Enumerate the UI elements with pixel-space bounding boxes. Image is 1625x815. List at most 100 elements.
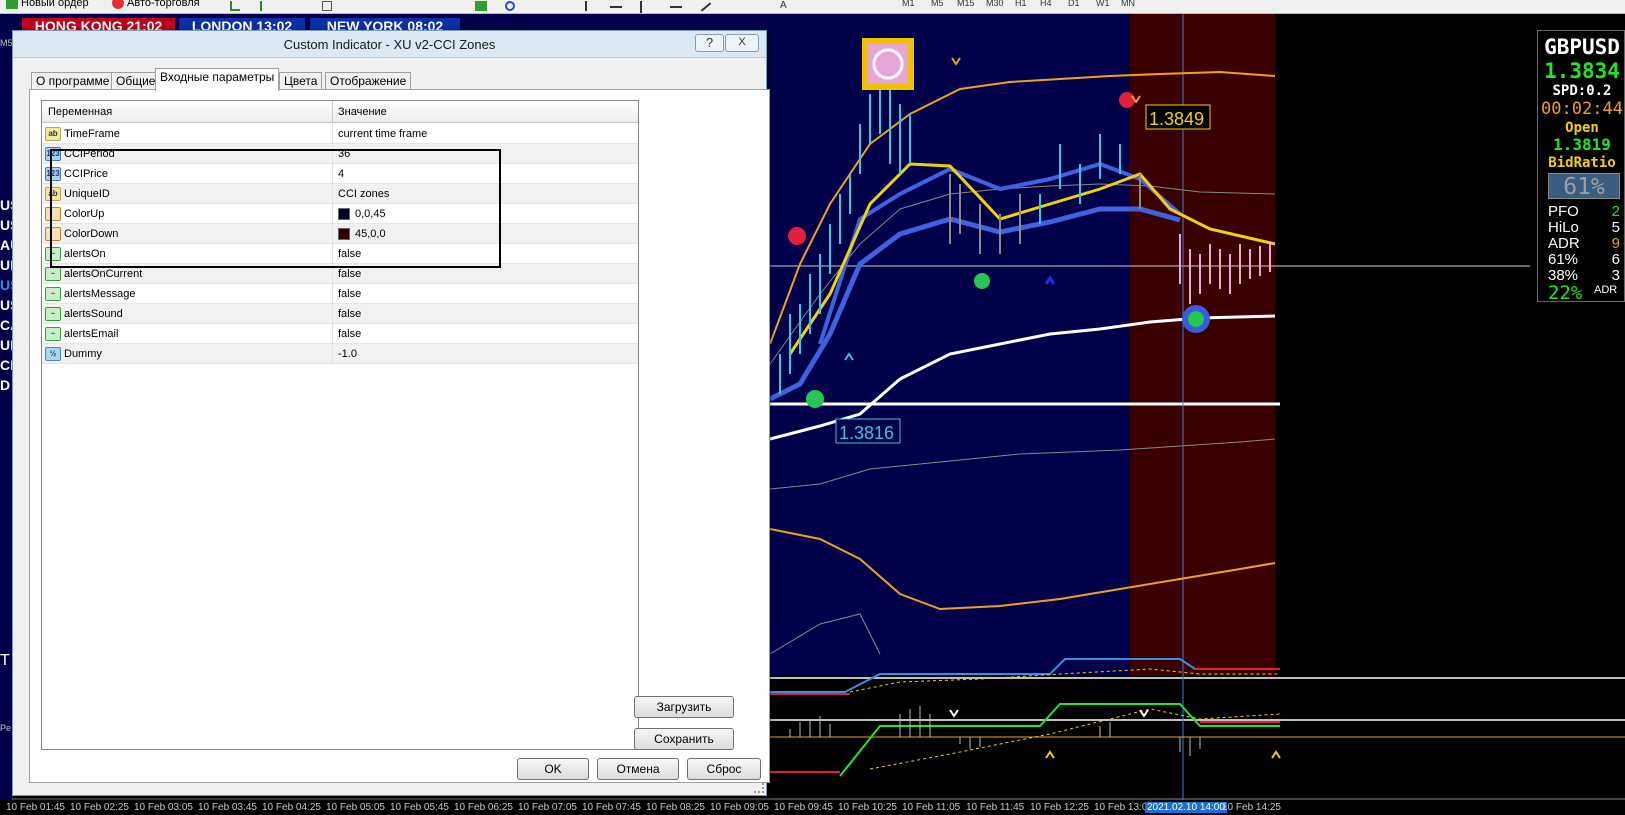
param-value[interactable]: 0,0,45 — [355, 208, 386, 220]
param-row[interactable]: ~ alertsEmail false — [42, 324, 638, 344]
fib-level-1875-up: 18.75% — [1466, 230, 1524, 249]
help-button[interactable]: ? — [695, 34, 724, 52]
open-label: Open — [1565, 120, 1599, 136]
bid-ratio-box: 61% — [1548, 173, 1620, 200]
vertical-line-icon[interactable] — [640, 1, 642, 13]
time-label: 10 Feb 12:25 — [1030, 802, 1089, 813]
color-swatch[interactable] — [338, 228, 350, 240]
tf-m15[interactable]: M15 — [957, 0, 975, 8]
color-swatch[interactable] — [338, 208, 350, 220]
param-row[interactable]: ColorUp 0,0,45 — [42, 204, 638, 224]
time-label: 10 Feb 02:25 — [70, 802, 129, 813]
param-value[interactable]: false — [338, 308, 361, 320]
param-value[interactable]: false — [338, 268, 361, 280]
param-name: Dummy — [64, 348, 102, 360]
param-row[interactable]: ColorDown 45,0,0 — [42, 224, 638, 244]
stat-key: PFO — [1548, 203, 1579, 220]
save-button[interactable]: Сохранить — [634, 728, 734, 750]
dialog-titlebar[interactable]: Custom Indicator - XU v2-CCI Zones ? X — [13, 31, 766, 58]
tf-m5[interactable]: M5 — [931, 0, 944, 8]
auto-trading-button[interactable]: Авто-торговля — [112, 0, 200, 9]
time-label: 10 Feb 07:45 — [582, 802, 641, 813]
bool-param-icon: ~ — [45, 287, 61, 301]
param-value[interactable]: 4 — [338, 168, 344, 180]
param-row[interactable]: ~ alertsMessage false — [42, 284, 638, 304]
symbol-info-panel: GBPUSD 1.3834 SPD:0.2 00:02:44 Open 1.38… — [1537, 30, 1625, 304]
tab-inputs[interactable]: Входные параметры — [155, 68, 280, 91]
new-order-button[interactable]: Новый ордер — [6, 0, 89, 9]
time-label: 10 Feb 01:45 — [6, 802, 65, 813]
stat-row: HiLo 5 — [1548, 219, 1622, 236]
param-name: ColorDown — [64, 228, 119, 240]
stat-key: HiLo — [1548, 219, 1579, 236]
stat-value: 6 — [1611, 251, 1620, 268]
crosshair-icon[interactable] — [610, 6, 622, 8]
grid-header: Переменная Значение — [42, 101, 638, 123]
param-value[interactable]: -1.0 — [338, 348, 357, 360]
param-value[interactable]: false — [338, 288, 361, 300]
stat-value: 3 — [1611, 267, 1620, 284]
text-icon[interactable]: A — [780, 1, 787, 11]
left-chart-strip: US US AU UP US US CA UP CI D T M5 Pe — [0, 38, 20, 800]
param-value[interactable]: 36 — [338, 148, 350, 160]
cursor-icon[interactable] — [585, 1, 595, 11]
param-name: alertsEmail — [64, 328, 119, 340]
tf-m1[interactable]: M1 — [902, 0, 915, 8]
tf-mn[interactable]: MN — [1121, 0, 1135, 8]
string-param-icon: ab — [45, 127, 61, 141]
trendline-icon[interactable] — [700, 2, 712, 12]
param-name: alertsMessage — [64, 288, 136, 300]
resize-grip-icon[interactable] — [754, 783, 764, 793]
column-value[interactable]: Значение — [338, 106, 387, 118]
tf-d1[interactable]: D1 — [1068, 0, 1080, 8]
symbol-row: T — [0, 652, 10, 669]
param-value[interactable]: false — [338, 248, 361, 260]
price-high-label: 1.3849 — [1149, 109, 1205, 129]
param-row[interactable]: 123 CCIPrice 4 — [42, 164, 638, 184]
param-row[interactable]: ab TimeFrame current time frame — [42, 124, 638, 144]
param-row[interactable]: 123 CCIPeriod 36 — [42, 144, 638, 164]
param-value[interactable]: 45,0,0 — [355, 228, 386, 240]
close-button[interactable]: X — [725, 34, 759, 52]
tf-m30[interactable]: M30 — [986, 0, 1004, 8]
param-row[interactable]: ab UniqueID CCI zones — [42, 184, 638, 204]
bid-ratio-label: BidRatio — [1548, 155, 1616, 171]
param-value[interactable]: current time frame — [338, 128, 427, 140]
candle-icon[interactable] — [260, 1, 270, 11]
subwindow-label: Pe — [0, 723, 12, 733]
indicator-icon[interactable] — [475, 1, 487, 11]
param-value[interactable]: CCI zones — [338, 188, 389, 200]
tf-w1[interactable]: W1 — [1096, 0, 1110, 8]
param-name: alertsOn — [64, 248, 106, 260]
column-variable[interactable]: Переменная — [48, 106, 112, 118]
tf-h4[interactable]: H4 — [1040, 0, 1052, 8]
reset-button[interactable]: Сброс — [687, 758, 761, 780]
param-row[interactable]: ~ alertsOn false — [42, 244, 638, 264]
load-button[interactable]: Загрузить — [634, 696, 734, 718]
period-icon[interactable] — [505, 1, 515, 11]
terminal-window: { "toolbar": { "new_order_label": "Новый… — [0, 0, 1625, 815]
ok-button[interactable]: OK — [517, 758, 589, 780]
time-label: 10 Feb 09:45 — [774, 802, 833, 813]
chart-bar-icon[interactable] — [230, 1, 240, 11]
param-row[interactable]: ½ Dummy -1.0 — [42, 344, 638, 364]
custom-indicator-dialog: Custom Indicator - XU v2-CCI Zones ? X О… — [12, 30, 770, 796]
param-name: CCIPrice — [64, 168, 109, 180]
time-label: 10 Feb 11:45 — [966, 802, 1025, 813]
cancel-button[interactable]: Отмена — [597, 758, 679, 780]
stat-key: ADR — [1548, 235, 1580, 252]
stat-value: 5 — [1611, 219, 1620, 236]
time-label: 10 Feb 06:25 — [454, 802, 513, 813]
horizontal-line-icon[interactable] — [670, 6, 682, 8]
param-row[interactable]: ~ alertsSound false — [42, 304, 638, 324]
time-cursor-label: 2021.02.10 14:00 — [1145, 802, 1227, 813]
auto-trading-label: Авто-торговля — [127, 0, 200, 9]
param-row[interactable]: ~ alertsOnCurrent false — [42, 264, 638, 284]
param-value[interactable]: false — [338, 328, 361, 340]
time-label: 10 Feb 05:05 — [326, 802, 385, 813]
param-name: alertsOnCurrent — [64, 268, 143, 280]
autotrading-icon — [112, 0, 124, 9]
zoom-icon[interactable] — [322, 1, 332, 11]
stat-key: 61% — [1548, 251, 1579, 268]
tf-h1[interactable]: H1 — [1015, 0, 1027, 8]
